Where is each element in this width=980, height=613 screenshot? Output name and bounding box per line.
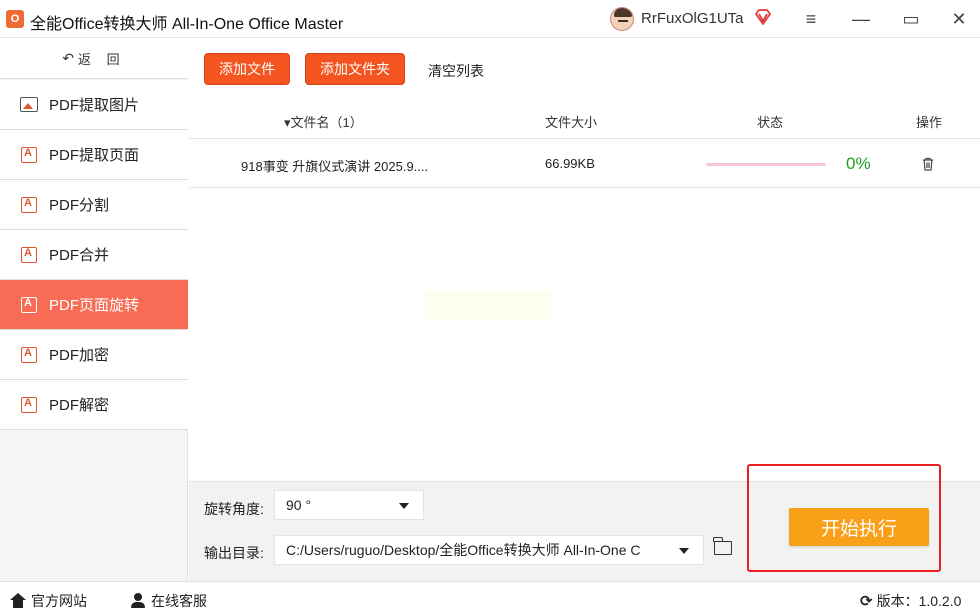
sidebar-item-2[interactable]: PDF提取页面 [0,130,188,180]
clear-list-button[interactable]: 清空列表 [428,61,484,81]
sidebar-item-label: PDF页面旋转 [49,297,140,314]
angle-label: 旋转角度: [204,501,264,517]
version-info[interactable]: ⟳ 版本：1.0.2.0 [860,591,961,611]
trash-icon[interactable] [922,157,934,171]
output-dir-select[interactable]: C:/Users/ruguo/Desktop/全能Office转换大师 All-… [274,535,704,565]
output-label: 输出目录: [204,545,264,561]
title-bar: O 全能Office转换大师 All-In-One Office Master … [0,0,980,38]
back-label: 返 回 [78,52,126,67]
config-panel: 旋转角度: 90 ° 输出目录: C:/Users/ruguo/Desktop/… [189,464,980,581]
maximize-button[interactable]: ▭ [897,6,925,32]
table-row[interactable]: 918事变 升旗仪式演讲 2025.9.... 66.99KB 0% [189,140,980,188]
progress-percent: 0% [846,154,871,173]
vip-diamond-icon[interactable] [754,9,772,25]
pdf-icon [20,296,38,314]
sidebar-item-label: PDF提取图片 [49,97,140,114]
pdf-icon [20,196,38,214]
refresh-icon: ⟳ [860,593,873,610]
output-dir-value: C:/Users/ruguo/Desktop/全能Office转换大师 All-… [286,542,641,558]
sidebar-item-4[interactable]: PDF合并 [0,230,188,280]
sidebar-item-label: PDF分割 [49,197,110,214]
main-panel: 添加文件 添加文件夹 清空列表 ▾文件名（1） 文件大小 状态 操作 918事变… [189,39,980,481]
username[interactable]: RrFuxOlG1UTa [641,10,744,27]
progress-bar [706,163,826,166]
file-name: 918事变 升旗仪式演讲 2025.9.... [241,159,429,174]
column-header-size: 文件大小 [545,115,598,130]
back-arrow-icon: ↶ [62,50,75,66]
watermark [425,291,551,321]
user-avatar[interactable] [610,7,634,31]
sidebar-item-label: PDF合并 [49,247,110,264]
column-header-name[interactable]: ▾文件名（1） [284,112,363,131]
angle-value: 90 ° [286,497,312,513]
website-label: 官方网站 [31,593,87,609]
chevron-down-icon [679,548,689,554]
support-label: 在线客服 [151,593,207,609]
sidebar-item-label: PDF解密 [49,397,110,414]
close-button[interactable]: ✕ [945,6,973,32]
start-button[interactable]: 开始执行 [789,508,929,546]
minimize-button[interactable]: — [847,6,875,32]
image-icon [20,96,38,114]
folder-icon[interactable] [713,537,732,555]
column-header-action: 操作 [916,115,943,130]
support-icon [130,593,146,609]
back-button[interactable]: ↶ 返 回 [0,39,188,79]
column-header-status: 状态 [757,115,784,130]
home-icon [10,593,26,609]
support-link[interactable]: 在线客服 [130,591,207,611]
pdf-icon [20,346,38,364]
pdf-icon [20,146,38,164]
sidebar-item-3[interactable]: PDF分割 [0,180,188,230]
sidebar: ↶ 返 回 PDF提取图片PDF提取页面PDF分割PDF合并PDF页面旋转PDF… [0,39,188,581]
status-bar: 官方网站 在线客服 ⟳ 版本：1.0.2.0 [0,581,980,613]
sidebar-item-6[interactable]: PDF加密 [0,330,188,380]
sidebar-nav: PDF提取图片 PDF提取页面 PDF分割 PDF合并 PDF页面旋转 PDF加密 PDF解… [0,80,188,430]
version-label: 版本：1.0.2.0 [876,593,962,609]
table-header: ▾文件名（1） 文件大小 状态 操作 [189,103,980,139]
menu-icon[interactable]: ≡ [797,6,825,32]
pdf-icon [20,396,38,414]
chevron-down-icon [399,503,409,509]
window-title: 全能Office转换大师 All-In-One Office Master [30,16,344,33]
sidebar-item-label: PDF提取页面 [49,147,140,164]
pdf-icon [20,246,38,264]
website-link[interactable]: 官方网站 [10,591,87,611]
sidebar-item-7[interactable]: PDF解密 [0,380,188,430]
sidebar-item-1[interactable]: PDF提取图片 [0,80,188,130]
add-file-button[interactable]: 添加文件 [204,53,290,85]
file-size: 66.99KB [545,156,595,171]
sidebar-item-5[interactable]: PDF页面旋转 [0,280,188,330]
app-logo-icon: O [6,10,24,28]
sidebar-item-label: PDF加密 [49,347,110,364]
angle-select[interactable]: 90 ° [274,490,424,520]
add-folder-button[interactable]: 添加文件夹 [305,53,405,85]
